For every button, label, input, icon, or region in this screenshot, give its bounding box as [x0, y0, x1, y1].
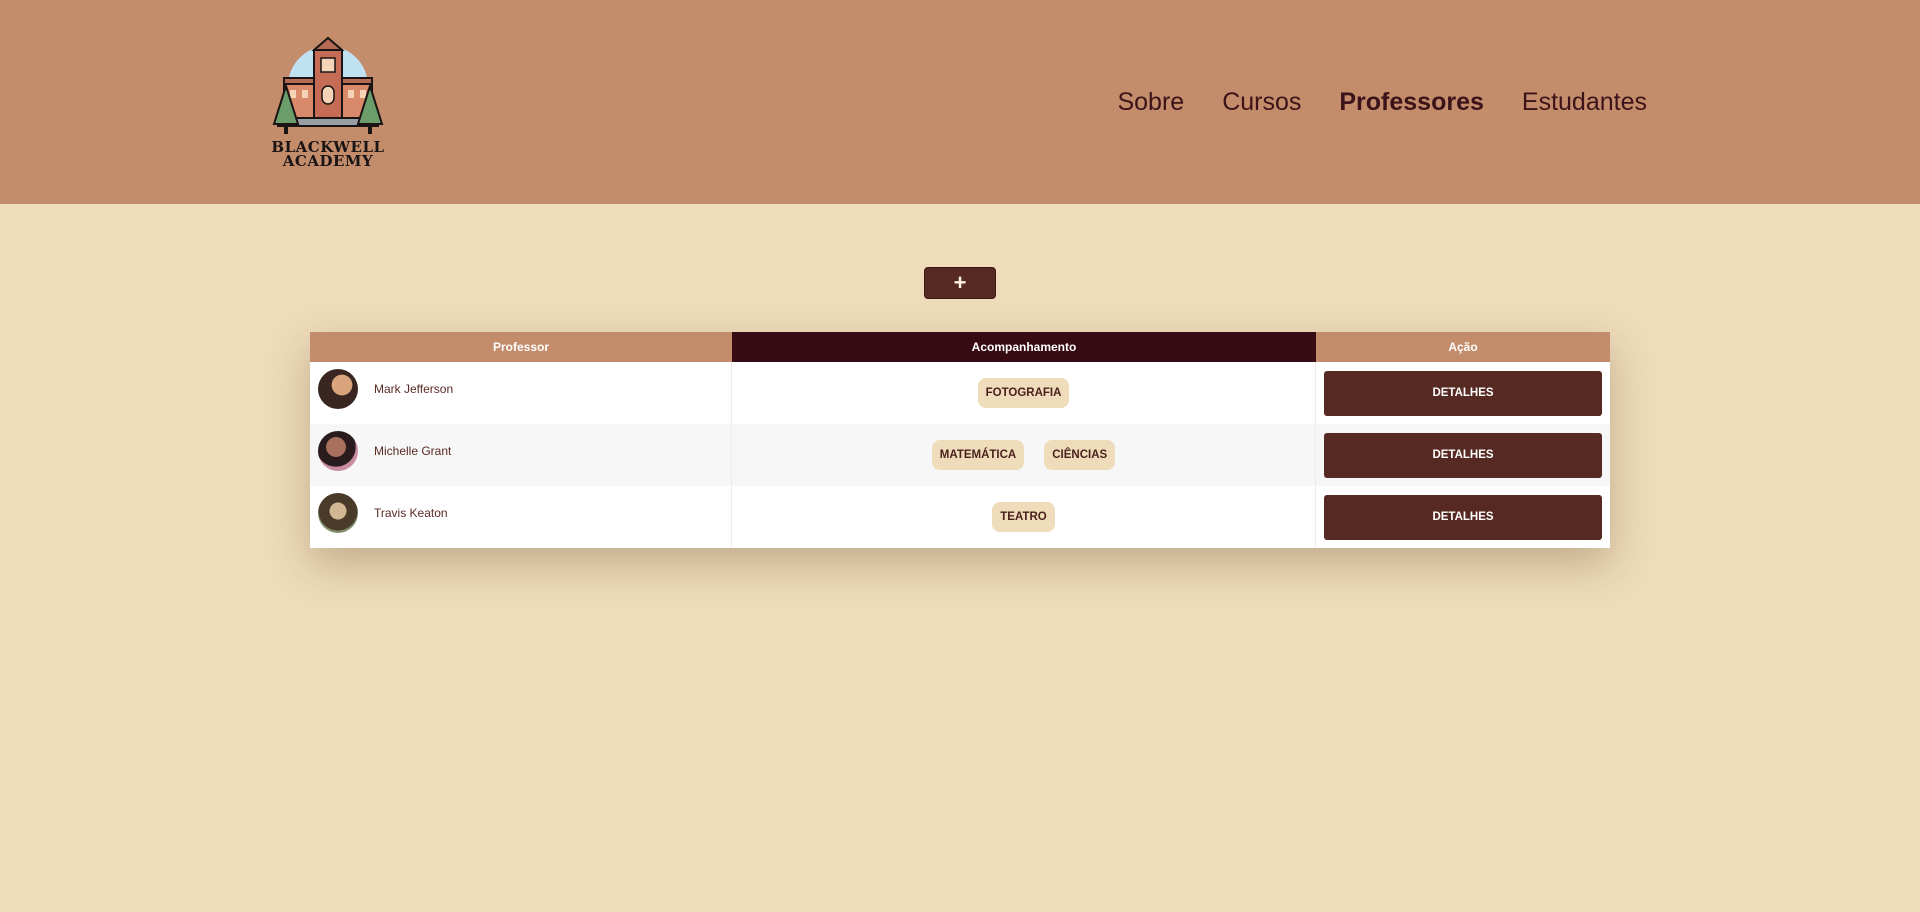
- main-nav: Sobre Cursos Professores Estudantes: [1079, 84, 1647, 120]
- avatar: [318, 369, 358, 409]
- subjects-cell: TEATRO: [732, 486, 1316, 548]
- table-row: Michelle Grant MATEMÁTICA CIÊNCIAS DETAL…: [310, 424, 1610, 486]
- subject-tag: TEATRO: [992, 502, 1055, 532]
- add-professor-button[interactable]: +: [924, 267, 996, 299]
- table-row: Mark Jefferson FOTOGRAFIA DETALHES: [310, 362, 1610, 424]
- nav-link-estudantes[interactable]: Estudantes: [1522, 84, 1647, 120]
- professor-name: Mark Jefferson: [374, 382, 454, 396]
- column-header-professor: Professor: [310, 332, 732, 362]
- details-button[interactable]: DETALHES: [1324, 494, 1602, 540]
- academy-building-icon: [272, 36, 384, 134]
- action-cell: DETALHES: [1316, 424, 1610, 486]
- table-row: Travis Keaton TEATRO DETALHES: [310, 486, 1610, 548]
- avatar: [318, 493, 358, 533]
- action-cell: DETALHES: [1316, 362, 1610, 424]
- nav-link-cursos[interactable]: Cursos: [1222, 84, 1301, 120]
- column-header-acao: Ação: [1316, 332, 1610, 362]
- professor-name: Travis Keaton: [374, 506, 448, 520]
- subject-tag: MATEMÁTICA: [931, 440, 1025, 470]
- professor-cell: Travis Keaton: [310, 486, 732, 548]
- professor-name: Michelle Grant: [374, 444, 452, 458]
- nav-link-professores[interactable]: Professores: [1339, 84, 1484, 120]
- professors-table: Professor Acompanhamento Ação Mark Jeffe…: [310, 332, 1610, 548]
- professor-cell: Michelle Grant: [310, 424, 732, 486]
- site-header: BLACKWELL ACADEMY Sobre Cursos Professor…: [0, 0, 1920, 204]
- column-header-acompanhamento: Acompanhamento: [732, 332, 1316, 362]
- details-button[interactable]: DETALHES: [1324, 370, 1602, 416]
- subject-tag: FOTOGRAFIA: [977, 378, 1070, 408]
- academy-logo[interactable]: BLACKWELL ACADEMY: [270, 34, 386, 170]
- subject-tag: CIÊNCIAS: [1044, 440, 1116, 470]
- table-header: Professor Acompanhamento Ação: [310, 332, 1610, 362]
- nav-link-sobre[interactable]: Sobre: [1117, 84, 1184, 120]
- details-button[interactable]: DETALHES: [1324, 432, 1602, 478]
- avatar: [318, 431, 358, 471]
- subjects-cell: FOTOGRAFIA: [732, 362, 1316, 424]
- professor-cell: Mark Jefferson: [310, 362, 732, 424]
- logo-text-line2: ACADEMY: [282, 152, 374, 170]
- subjects-cell: MATEMÁTICA CIÊNCIAS: [732, 424, 1316, 486]
- action-cell: DETALHES: [1316, 486, 1610, 548]
